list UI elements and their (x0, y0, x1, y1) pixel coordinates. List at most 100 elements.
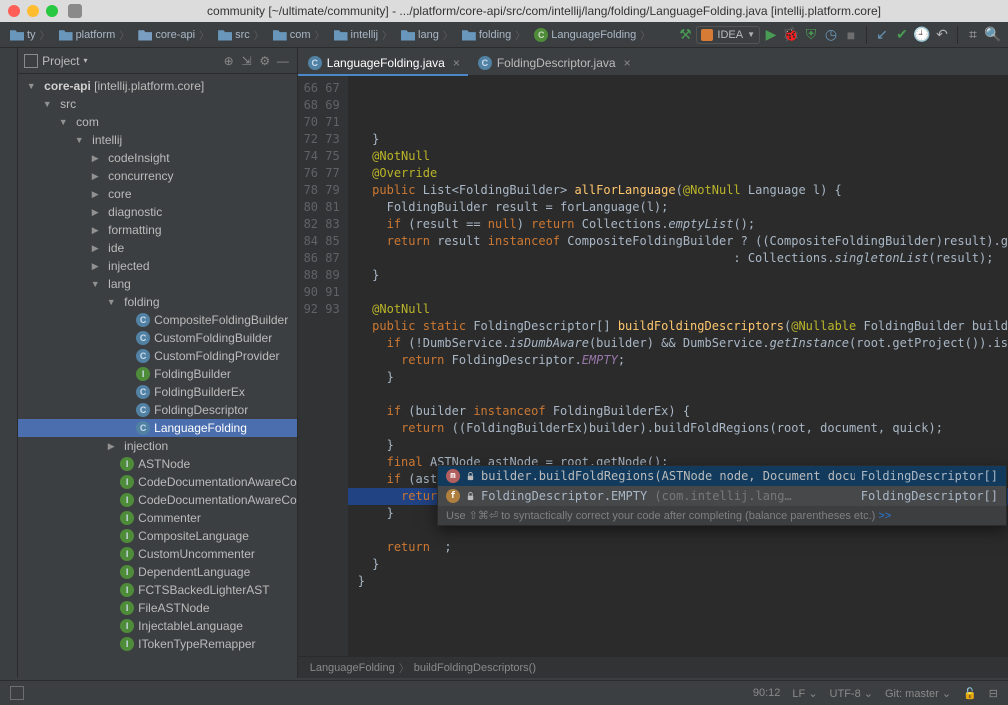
navigation-bar: ty〉platform〉core-api〉src〉com〉intellij〉la… (0, 22, 1008, 48)
tree-node-ITokenTypeRemapper[interactable]: IITokenTypeRemapper (18, 635, 297, 653)
interface-icon: I (120, 619, 134, 633)
minimize-window-button[interactable] (27, 5, 39, 17)
tree-node-DependentLanguage[interactable]: IDependentLanguage (18, 563, 297, 581)
gutter[interactable]: 66 67 68 69 70 71 72 73 74 75 76 77 78 7… (298, 76, 348, 656)
module-icon (138, 29, 152, 41)
breadcrumb-platform[interactable]: platform〉 (55, 26, 135, 43)
project-tool-window: Project ▾ ⊕ ⇲ ⚙ — ▼core-api [intellij.pl… (18, 48, 298, 678)
run-icon[interactable]: ▶ (762, 26, 780, 44)
tree-node-ide[interactable]: ▶ide (18, 239, 297, 257)
breadcrumb-lang[interactable]: lang〉 (397, 26, 458, 43)
tree-node-diagnostic[interactable]: ▶diagnostic (18, 203, 297, 221)
readonly-lock-icon[interactable]: 🔓 (963, 687, 977, 700)
tree-node-FoldingBuilder[interactable]: IFoldingBuilder (18, 365, 297, 383)
interface-icon: I (120, 475, 134, 489)
tree-node-codeInsight[interactable]: ▶codeInsight (18, 149, 297, 167)
close-tab-icon[interactable]: × (621, 56, 631, 70)
tree-node-folding[interactable]: ▼folding (18, 293, 297, 311)
tree-node-FoldingBuilderEx[interactable]: CFoldingBuilderEx (18, 383, 297, 401)
build-icon[interactable]: ⚒ (676, 26, 694, 44)
tree-node-core-api[interactable]: ▼core-api [intellij.platform.core] (18, 77, 297, 95)
code-completion-popup[interactable]: mbuilder.buildFoldRegions(ASTNode node, … (437, 465, 1007, 526)
vcs-history-icon[interactable]: 🕘 (913, 26, 931, 44)
tree-node-Commenter[interactable]: ICommenter (18, 509, 297, 527)
breadcrumb-src[interactable]: src〉 (214, 26, 269, 43)
tree-node-CustomFoldingBuilder[interactable]: CCustomFoldingBuilder (18, 329, 297, 347)
interface-icon: I (136, 367, 150, 381)
hide-panel-icon[interactable]: — (275, 54, 291, 68)
breadcrumb-ty[interactable]: ty〉 (6, 26, 55, 43)
lock-icon (466, 492, 475, 501)
tree-node-concurrency[interactable]: ▶concurrency (18, 167, 297, 185)
tree-node-CompositeLanguage[interactable]: ICompositeLanguage (18, 527, 297, 545)
run-config-selector[interactable]: IDEA ▼ (696, 26, 760, 44)
stop-icon[interactable]: ■ (842, 26, 860, 44)
method-icon: m (446, 469, 460, 483)
breadcrumb-method[interactable]: buildFoldingDescriptors() (414, 662, 536, 674)
tree-node-lang[interactable]: ▼lang (18, 275, 297, 293)
tree-node-LanguageFolding[interactable]: CLanguageFolding (18, 419, 297, 437)
tree-node-CustomFoldingProvider[interactable]: CCustomFoldingProvider (18, 347, 297, 365)
tree-node-FCTSBackedLighterAST[interactable]: IFCTSBackedLighterAST (18, 581, 297, 599)
status-panels-icon[interactable] (10, 686, 24, 700)
tree-node-CodeDocumentationAwareCo[interactable]: ICodeDocumentationAwareCo (18, 491, 297, 509)
breadcrumb-intellij[interactable]: intellij〉 (330, 26, 398, 43)
class-icon: C (136, 313, 150, 327)
maximize-window-button[interactable] (46, 5, 58, 17)
file-encoding[interactable]: UTF-8 ⌄ (830, 687, 873, 700)
tree-node-ASTNode[interactable]: IASTNode (18, 455, 297, 473)
folder-icon (59, 29, 73, 41)
tree-node-FileASTNode[interactable]: IFileASTNode (18, 599, 297, 617)
scroll-from-source-icon[interactable]: ⊕ (221, 54, 237, 68)
breadcrumb-class[interactable]: LanguageFolding (310, 662, 395, 674)
vcs-revert-icon[interactable]: ↶ (933, 26, 951, 44)
coverage-icon[interactable]: ⛨ (802, 26, 820, 44)
close-window-button[interactable] (8, 5, 20, 17)
caret-position[interactable]: 90:12 (753, 687, 781, 699)
debug-icon[interactable]: 🐞 (782, 26, 800, 44)
class-icon: C (136, 349, 150, 363)
code-editor[interactable]: } @NotNull @Override public List<Folding… (348, 76, 1008, 656)
project-view-selector[interactable]: Project ▾ (24, 54, 217, 68)
editor-breadcrumb[interactable]: LanguageFolding 〉 buildFoldingDescriptor… (298, 656, 1008, 678)
breadcrumb-LanguageFolding[interactable]: CLanguageFolding〉 (530, 26, 655, 43)
tree-node-intellij[interactable]: ▼intellij (18, 131, 297, 149)
project-tree[interactable]: ▼core-api [intellij.platform.core]▼src▼c… (18, 74, 297, 678)
tip-link[interactable]: >> (878, 510, 891, 522)
tree-node-CustomUncommenter[interactable]: ICustomUncommenter (18, 545, 297, 563)
close-tab-icon[interactable]: × (450, 56, 460, 70)
project-structure-icon[interactable]: ⌗ (964, 26, 982, 44)
tree-node-CodeDocumentationAwareCo[interactable]: ICodeDocumentationAwareCo (18, 473, 297, 491)
field-icon: f (446, 489, 460, 503)
editor-tabs: CLanguageFolding.java×CFoldingDescriptor… (298, 48, 1008, 76)
run-config-label: IDEA (717, 29, 743, 41)
completion-item[interactable]: fFoldingDescriptor.EMPTY (com.intellij.l… (438, 486, 1006, 506)
tree-node-FoldingDescriptor[interactable]: CFoldingDescriptor (18, 401, 297, 419)
completion-item[interactable]: mbuilder.buildFoldRegions(ASTNode node, … (438, 466, 1006, 486)
tree-node-injection[interactable]: ▶injection (18, 437, 297, 455)
interface-icon: I (120, 529, 134, 543)
tree-node-injected[interactable]: ▶injected (18, 257, 297, 275)
tree-node-CompositeFoldingBuilder[interactable]: CCompositeFoldingBuilder (18, 311, 297, 329)
tree-node-com[interactable]: ▼com (18, 113, 297, 131)
goto-line-icon[interactable]: ⊟ (989, 687, 998, 700)
collapse-all-icon[interactable]: ⇲ (239, 54, 255, 68)
left-toolstrip[interactable] (0, 48, 18, 678)
profile-icon[interactable]: ◷ (822, 26, 840, 44)
tree-node-src[interactable]: ▼src (18, 95, 297, 113)
tree-node-core[interactable]: ▶core (18, 185, 297, 203)
breadcrumb-com[interactable]: com〉 (269, 26, 330, 43)
editor-tab-FoldingDescriptor.java[interactable]: CFoldingDescriptor.java× (468, 51, 639, 75)
breadcrumb-core-api[interactable]: core-api〉 (134, 26, 214, 43)
vcs-update-icon[interactable]: ↙ (873, 26, 891, 44)
tree-node-InjectableLanguage[interactable]: IInjectableLanguage (18, 617, 297, 635)
line-separator[interactable]: LF ⌄ (792, 687, 817, 700)
tree-node-formatting[interactable]: ▶formatting (18, 221, 297, 239)
editor-tab-LanguageFolding.java[interactable]: CLanguageFolding.java× (298, 51, 468, 75)
class-icon: C (136, 421, 150, 435)
settings-gear-icon[interactable]: ⚙ (257, 54, 273, 68)
search-everywhere-icon[interactable]: 🔍 (984, 26, 1002, 44)
vcs-commit-icon[interactable]: ✔ (893, 26, 911, 44)
git-branch[interactable]: Git: master ⌄ (885, 687, 951, 700)
breadcrumb-folding[interactable]: folding〉 (458, 26, 530, 43)
